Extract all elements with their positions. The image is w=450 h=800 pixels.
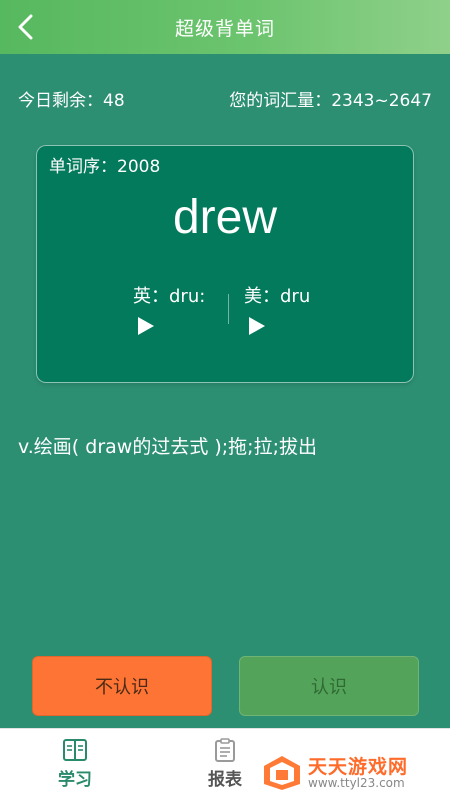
nav-label-study: 学习 [58,770,92,790]
pronunciation-divider [228,294,229,324]
play-icon[interactable] [137,316,155,336]
vocabulary-size: 您的词汇量：2343~2647 [229,91,432,111]
page-title: 超级背单词 [174,17,275,40]
top-bar: 超级背单词 [0,0,450,54]
dont-know-button[interactable]: 不认识 [32,656,212,716]
word-sequence: 单词序：2008 [49,157,161,177]
word-meaning: v.绘画( draw的过去式 );拖;拉;拔出 [18,436,317,458]
watermark-name: 天天游戏网 [308,756,409,778]
play-icon[interactable] [248,316,266,336]
back-button[interactable] [6,7,46,47]
watermark-url: www.ttyl23.com [308,776,405,790]
know-button[interactable]: 认识 [239,656,419,716]
nav-label-report: 报表 [208,770,242,790]
chevron-left-icon [18,14,33,40]
pronunciation-uk: 英：dru: [133,282,233,336]
nav-item-study[interactable]: 学习 [45,737,105,790]
book-icon [63,739,87,761]
pronunciation-us: 美：dru [244,282,344,336]
word-text: drew [172,191,278,244]
pronunciation-us-text: 美：dru [244,286,311,307]
remaining-today: 今日剩余：48 [18,91,125,111]
watermark-logo-icon [264,756,300,790]
word-card: 单词序：2008 drew 英：dru: 美：dru [36,145,414,383]
pronunciation-uk-text: 英：dru: [133,286,206,307]
watermark: 天天游戏网 www.ttyl23.com [262,752,444,794]
clipboard-icon [215,738,235,762]
stats-row: 今日剩余：48 您的词汇量：2343~2647 [18,86,432,111]
nav-item-report[interactable]: 报表 [195,737,255,790]
